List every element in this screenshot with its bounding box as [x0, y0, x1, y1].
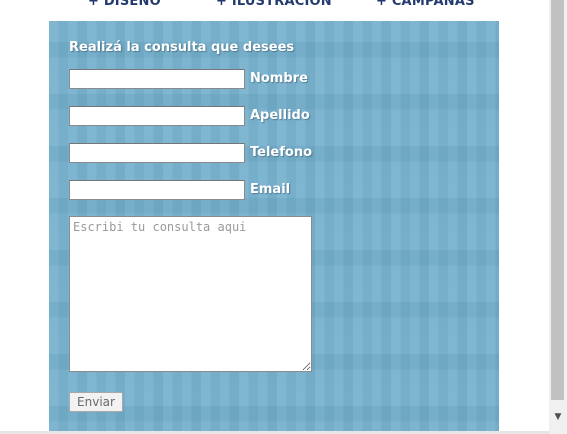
contact-form-panel: Realizá la consulta que desees Nombre Ap…: [49, 21, 499, 434]
chevron-down-icon[interactable]: ▼: [549, 410, 567, 424]
scrollbar-thumb[interactable]: [551, 0, 564, 400]
telefono-input[interactable]: [69, 143, 245, 163]
top-nav: + DISEÑO + ILUSTRACION + CAMPAÑAS: [0, 0, 549, 14]
apellido-label: Apellido: [250, 108, 310, 123]
email-input[interactable]: [69, 180, 245, 200]
form-title: Realizá la consulta que desees: [69, 40, 295, 55]
telefono-label: Telefono: [250, 145, 313, 160]
consulta-textarea[interactable]: [69, 216, 312, 372]
email-label: Email: [250, 182, 291, 197]
nombre-input[interactable]: [69, 69, 245, 89]
apellido-input[interactable]: [69, 106, 245, 126]
vertical-scrollbar[interactable]: ▼: [549, 0, 567, 434]
nav-item-campanas[interactable]: + CAMPAÑAS: [376, 0, 475, 9]
enviar-button[interactable]: Enviar: [69, 392, 123, 412]
page: + DISEÑO + ILUSTRACION + CAMPAÑAS Realiz…: [0, 0, 567, 434]
nombre-label: Nombre: [250, 71, 308, 86]
nav-item-diseno[interactable]: + DISEÑO: [88, 0, 161, 9]
nav-item-ilustracion[interactable]: + ILUSTRACION: [216, 0, 332, 9]
